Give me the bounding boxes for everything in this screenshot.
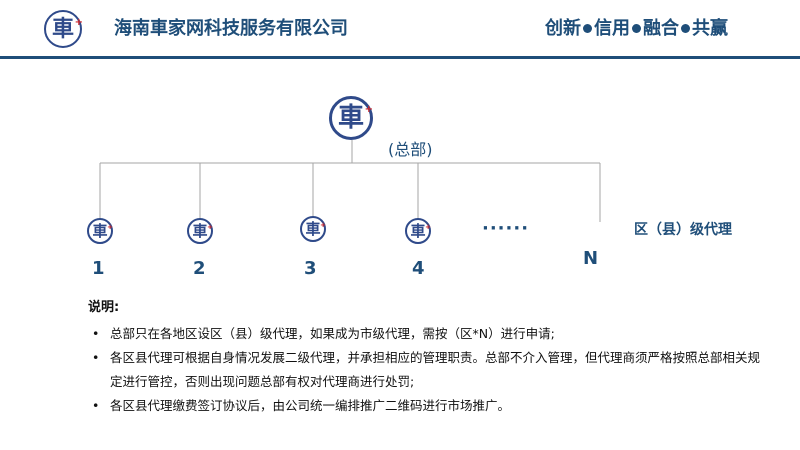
logo-glyph: 車 bbox=[92, 221, 108, 240]
branch-number-n: N bbox=[583, 248, 599, 269]
logo-plus: + bbox=[320, 221, 326, 229]
ellipsis: ······ bbox=[482, 218, 530, 239]
note-item: 总部只在各地区设区（县）级代理，如果成为市级代理，需按（区*N）进行申请; bbox=[88, 322, 768, 346]
branch-number: 3 bbox=[304, 258, 317, 279]
agent-level-label: 区（县）级代理 bbox=[634, 222, 732, 238]
logo-glyph: 車 bbox=[305, 219, 321, 238]
branch-number: 4 bbox=[412, 258, 425, 279]
branch-logo: 車 + bbox=[300, 216, 326, 242]
notes: 说明: 总部只在各地区设区（县）级代理，如果成为市级代理，需按（区*N）进行申请… bbox=[88, 296, 768, 418]
note-item: 各区县代理缴费签订协议后，由公司统一编排推广二维码进行市场推广。 bbox=[88, 394, 768, 418]
logo-plus: + bbox=[425, 223, 431, 231]
notes-title: 说明: bbox=[88, 300, 120, 315]
notes-list: 总部只在各地区设区（县）级代理，如果成为市级代理，需按（区*N）进行申请; 各区… bbox=[88, 322, 768, 418]
branch-number: 1 bbox=[92, 258, 105, 279]
logo-plus: + bbox=[107, 223, 113, 231]
logo-plus: + bbox=[207, 223, 213, 231]
logo-plus: + bbox=[364, 104, 373, 115]
logo-glyph: 車 bbox=[337, 103, 364, 133]
branch-logo: 車 + bbox=[187, 218, 213, 244]
branch-number: 2 bbox=[193, 258, 206, 279]
branch-logo: 車 + bbox=[405, 218, 431, 244]
logo-glyph: 車 bbox=[192, 221, 208, 240]
hq-logo: 車 + bbox=[329, 96, 373, 140]
branch-logo: 車 + bbox=[87, 218, 113, 244]
hq-label: (总部) bbox=[388, 140, 433, 159]
logo-glyph: 車 bbox=[410, 221, 426, 240]
note-item: 各区县代理可根据自身情况发展二级代理，并承担相应的管理职责。总部不介入管理，但代… bbox=[88, 346, 768, 394]
